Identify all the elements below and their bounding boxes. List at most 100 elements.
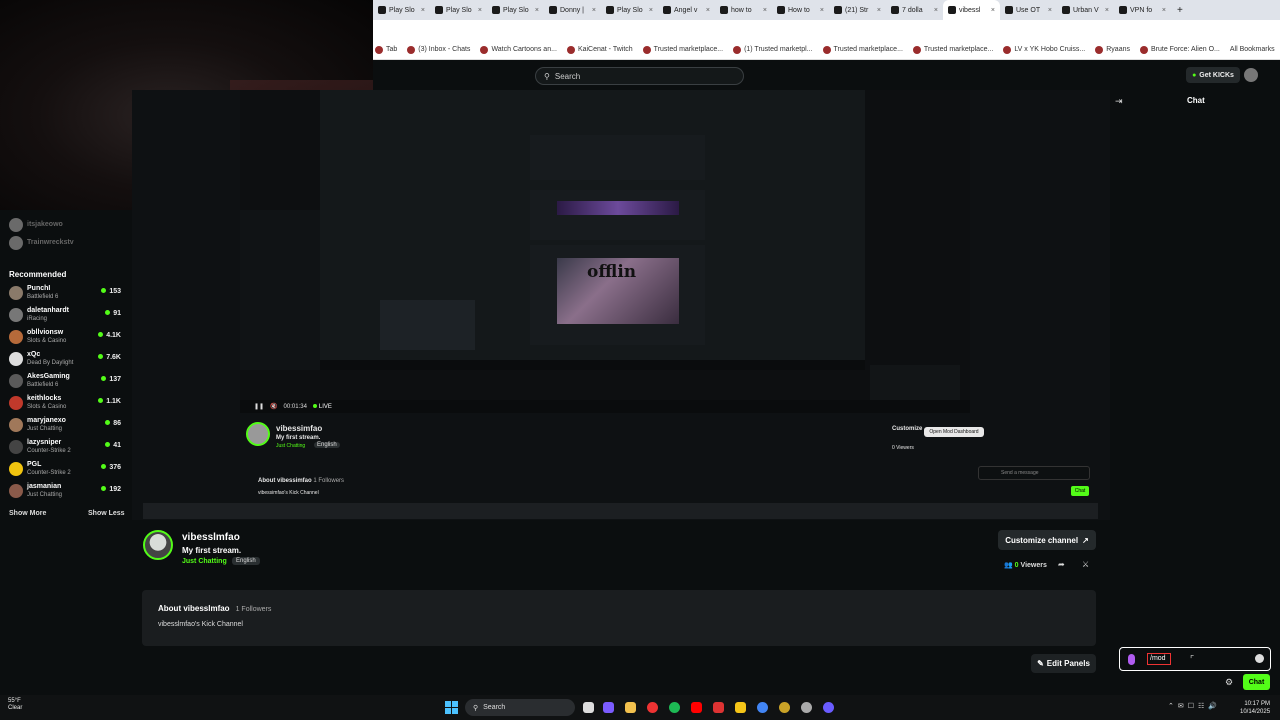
sidebar-item-pgl[interactable]: PGL Counter-Strike 2 376 [9,458,121,480]
customize-channel-button[interactable]: Customize channel ↗ [998,530,1096,550]
sidebar-item-akesgaming[interactable]: AkesGaming Battlefield 6 137 [9,370,121,392]
browser-tab[interactable]: Angel v × [658,0,715,20]
browser-tab[interactable]: VPN fo × [1114,0,1171,20]
browser-tab[interactable]: Play Slo × [430,0,487,20]
windows-start-icon[interactable] [445,701,458,714]
sidebar-item-daletanhardt[interactable]: daletanhardt iRacing 91 [9,304,121,326]
app-icon[interactable] [713,702,724,713]
sidebar-item-punchi[interactable]: PunchI Battlefield 6 153 [9,282,121,304]
browser-address-bar[interactable] [373,20,1280,40]
close-icon[interactable]: × [1162,7,1166,14]
bookmark-item[interactable]: KaiCenat - Twitch [566,45,633,54]
app-icon[interactable] [823,702,834,713]
get-kicks-button[interactable]: ● Get KICKs [1186,67,1240,83]
search-input[interactable]: ⚲ Search [535,67,744,85]
bookmark-item[interactable]: (1) Trusted marketpl... [733,45,813,54]
channel-name[interactable]: vibesslmfao [182,532,240,543]
bookmark-item[interactable]: (3) Inbox - Chats [407,45,470,54]
chat-send-button[interactable]: Chat [1243,674,1270,690]
task-view-icon[interactable] [583,702,594,713]
bookmark-item[interactable]: Trusted marketplace... [822,45,903,54]
close-icon[interactable]: × [877,7,881,14]
browser-tab[interactable]: Use OT × [1000,0,1057,20]
browser-tab[interactable]: (21) Str × [829,0,886,20]
channel-category: Battlefield 6 [27,294,59,300]
close-icon[interactable]: × [706,7,710,14]
inner-stream-time: 00:01:34 [283,403,307,410]
bookmark-item[interactable]: Trusted marketplace... [642,45,723,54]
bookmark-item[interactable]: Tab [375,45,397,54]
browser-tab[interactable]: Play Slo × [487,0,544,20]
new-tab-button[interactable]: + [1177,5,1183,16]
close-icon[interactable]: × [535,7,539,14]
close-icon[interactable]: × [592,7,596,14]
emoji-icon[interactable] [1255,654,1264,663]
chat-input[interactable]: /mod ⌜ [1119,647,1271,671]
close-icon[interactable]: × [1105,7,1109,14]
inner-chat-input: Send a message [978,466,1090,480]
browser-tab[interactable]: Donny | × [544,0,601,20]
browser-tab[interactable]: Play Slo × [601,0,658,20]
browser-tab[interactable]: Play Slo × [373,0,430,20]
edit-panels-button[interactable]: ✎ Edit Panels [1031,654,1096,673]
avatar [9,286,23,300]
sidebar: itsjakeowo Trainwreckstv Recommended Pun… [0,210,132,695]
show-more-button[interactable]: Show More [9,510,46,517]
taskbar-search[interactable]: ⚲ Search [465,699,575,716]
viewer-count: 91 [105,310,121,317]
close-icon[interactable]: × [1048,7,1052,14]
share-icon[interactable]: ➦ [1058,560,1065,569]
sidebar-item-obllvionsw[interactable]: obllvionsw Slots & Casino 4.1K [9,326,121,348]
taskbar-clock[interactable]: 10:17 PM 10/14/2025 [1240,700,1270,716]
category-link[interactable]: Just Chatting [182,558,227,565]
close-icon[interactable]: × [421,7,425,14]
close-icon[interactable]: × [820,7,824,14]
close-icon[interactable]: × [934,7,938,14]
browser-tab[interactable]: how to × [715,0,772,20]
system-tray[interactable]: ⌃✉☐☷🔊 [1168,702,1221,710]
youtube-icon[interactable] [691,702,702,713]
bookmark-item[interactable]: LV x YK Hobo Cruiss... [1003,45,1085,54]
chrome-icon[interactable] [757,702,768,713]
app-icon[interactable] [779,702,790,713]
app-icon[interactable] [735,702,746,713]
channel-avatar[interactable] [143,530,173,560]
bookmark-item[interactable]: Ryaans [1095,45,1130,54]
weather-widget[interactable]: 55°F Clear [8,698,22,712]
opera-icon[interactable] [647,702,658,713]
show-less-button[interactable]: Show Less [88,510,125,517]
browser-tab[interactable]: How to × [772,0,829,20]
all-bookmarks-button[interactable]: All Bookmarks [1230,46,1280,53]
sidebar-item-maryjanexo[interactable]: maryjanexo Just Chatting 86 [9,414,121,436]
close-icon[interactable]: × [991,7,995,14]
gear-icon[interactable]: ⚙ [1225,677,1233,688]
browser-tab[interactable]: Urban V × [1057,0,1114,20]
user-avatar[interactable] [1244,68,1258,82]
close-icon[interactable]: × [763,7,767,14]
bookmark-item[interactable]: Watch Cartoons an... [480,45,557,54]
file-explorer-icon[interactable] [625,702,636,713]
browser-tab[interactable]: vibessl × [943,0,1000,20]
bookmark-item[interactable]: Brute Force: Alien O... [1139,45,1220,54]
viewer-count: 👥 0 Viewers [1004,562,1047,569]
sidebar-item-jasmanian[interactable]: jasmanian Just Chatting 192 [9,480,121,502]
close-icon[interactable]: × [649,7,653,14]
channel-name: lazysniper [27,439,62,446]
sidebar-followed-item[interactable]: Trainwreckstv [9,232,121,254]
sidebar-item-lazysniper[interactable]: lazysniper Counter-Strike 2 41 [9,436,121,458]
browser-tab[interactable]: 7 dolla × [886,0,943,20]
sidebar-item-keithlocks[interactable]: keithlocks Slots & Casino 1.1K [9,392,121,414]
channel-name: PGL [27,461,42,468]
bookmark-icon [1095,45,1104,54]
spotify-icon[interactable] [669,702,680,713]
sidebar-item-xqc[interactable]: xQc Dead By Daylight 7.6K [9,348,121,370]
bookmark-icon [1003,45,1012,54]
text-cursor-icon: ⌜ [1190,654,1195,664]
channel-category: Counter-Strike 2 [27,448,71,454]
collapse-chat-icon[interactable]: ⇥ [1115,96,1123,107]
bookmark-item[interactable]: Trusted marketplace... [912,45,993,54]
mod-dashboard-icon[interactable]: ⚔ [1082,560,1089,569]
obs-icon[interactable] [801,702,812,713]
close-icon[interactable]: × [478,7,482,14]
discord-icon[interactable] [603,702,614,713]
